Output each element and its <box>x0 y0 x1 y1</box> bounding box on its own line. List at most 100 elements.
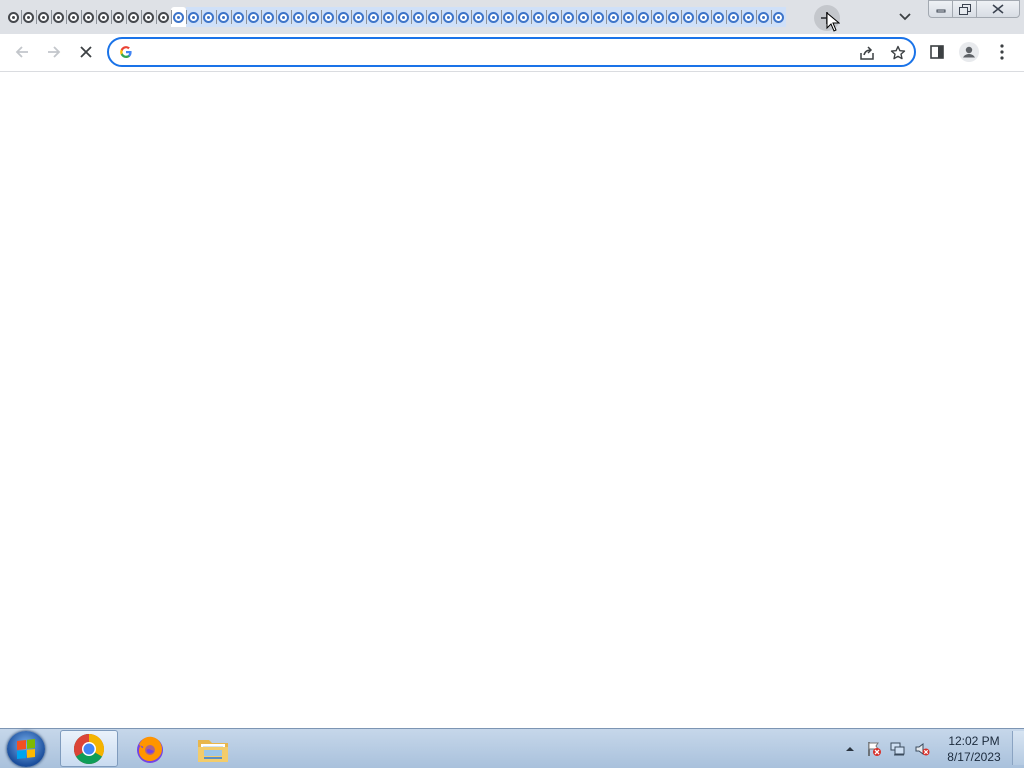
taskbar: 12:02 PM 8/17/2023 <box>0 728 1024 768</box>
tab-favicon-icon <box>398 11 409 23</box>
tab-favicon-icon <box>413 11 424 23</box>
show-hidden-icons-button[interactable] <box>842 741 858 757</box>
browser-tab[interactable] <box>396 7 411 27</box>
browser-tab[interactable] <box>36 7 51 27</box>
browser-tab[interactable] <box>126 7 141 27</box>
browser-tab[interactable] <box>546 7 561 27</box>
browser-tab[interactable] <box>621 7 636 27</box>
profile-button[interactable] <box>955 38 983 66</box>
browser-tab[interactable] <box>171 7 186 27</box>
browser-tab[interactable] <box>756 7 771 27</box>
browser-tab[interactable] <box>636 7 651 27</box>
bookmark-button[interactable] <box>888 43 908 63</box>
tab-favicon-icon <box>473 11 484 23</box>
browser-tab[interactable] <box>681 7 696 27</box>
share-icon <box>860 46 874 60</box>
tab-favicon-icon <box>548 11 559 23</box>
browser-tab[interactable] <box>501 7 516 27</box>
show-desktop-button[interactable] <box>1012 731 1024 765</box>
browser-tab[interactable] <box>21 7 36 27</box>
address-bar[interactable] <box>107 37 916 67</box>
volume-tray[interactable] <box>914 741 930 757</box>
mouse-cursor-icon <box>826 12 840 32</box>
browser-tab[interactable] <box>561 7 576 27</box>
browser-tab[interactable] <box>246 7 261 27</box>
tab-favicon-icon <box>158 11 169 23</box>
arrow-left-icon <box>15 46 28 58</box>
side-panel-button[interactable] <box>923 38 951 66</box>
taskbar-file-explorer[interactable] <box>184 730 242 767</box>
browser-tab[interactable] <box>231 7 246 27</box>
tab-search-button[interactable] <box>894 7 916 27</box>
browser-tab[interactable] <box>261 7 276 27</box>
browser-tab[interactable] <box>771 7 786 27</box>
browser-tab[interactable] <box>291 7 306 27</box>
browser-tab[interactable] <box>531 7 546 27</box>
browser-tab[interactable] <box>516 7 531 27</box>
tab-favicon-icon <box>653 11 664 23</box>
browser-tab[interactable] <box>471 7 486 27</box>
forward-button[interactable] <box>40 38 68 66</box>
browser-tab[interactable] <box>711 7 726 27</box>
back-button[interactable] <box>8 38 36 66</box>
taskbar-chrome[interactable] <box>60 730 118 767</box>
browser-tab[interactable] <box>6 7 21 27</box>
minimize-button[interactable] <box>928 0 953 18</box>
browser-tab[interactable] <box>276 7 291 27</box>
browser-tab[interactable] <box>741 7 756 27</box>
address-input[interactable] <box>141 42 845 64</box>
browser-tab[interactable] <box>666 7 681 27</box>
browser-tab[interactable] <box>411 7 426 27</box>
tab-favicon-icon <box>368 11 379 23</box>
browser-tab[interactable] <box>381 7 396 27</box>
browser-tab[interactable] <box>366 7 381 27</box>
browser-tab[interactable] <box>696 7 711 27</box>
tab-favicon-icon <box>173 11 184 23</box>
star-icon <box>890 45 906 60</box>
close-button[interactable] <box>976 0 1020 18</box>
menu-button[interactable] <box>988 38 1016 66</box>
browser-tab[interactable] <box>66 7 81 27</box>
browser-tab[interactable] <box>351 7 366 27</box>
windows-logo-icon <box>17 739 35 759</box>
taskbar-firefox[interactable] <box>121 730 179 767</box>
browser-tab[interactable] <box>81 7 96 27</box>
browser-tab[interactable] <box>651 7 666 27</box>
start-button[interactable] <box>7 731 45 767</box>
tab-favicon-icon <box>383 11 394 23</box>
browser-tab[interactable] <box>156 7 171 27</box>
browser-tab[interactable] <box>51 7 66 27</box>
browser-tab[interactable] <box>441 7 456 27</box>
browser-tab[interactable] <box>576 7 591 27</box>
browser-tab[interactable] <box>486 7 501 27</box>
stop-loading-button[interactable] <box>72 38 100 66</box>
browser-tab[interactable] <box>726 7 741 27</box>
browser-tab[interactable] <box>336 7 351 27</box>
tab-favicon-icon <box>698 11 709 23</box>
browser-tab[interactable] <box>591 7 606 27</box>
browser-tab[interactable] <box>141 7 156 27</box>
system-clock[interactable]: 12:02 PM 8/17/2023 <box>938 733 1010 765</box>
close-icon <box>992 4 1004 14</box>
network-tray[interactable] <box>890 741 906 757</box>
browser-tab[interactable] <box>306 7 321 27</box>
share-button[interactable] <box>857 43 877 63</box>
tab-favicon-icon <box>608 11 619 23</box>
browser-tab[interactable] <box>456 7 471 27</box>
browser-tab[interactable] <box>606 7 621 27</box>
browser-tab[interactable] <box>111 7 126 27</box>
tab-favicon-icon <box>278 11 289 23</box>
chevron-down-icon <box>899 13 911 21</box>
action-center-tray[interactable] <box>866 741 882 757</box>
more-vert-icon <box>1000 44 1004 60</box>
tab-favicon-icon <box>728 11 739 23</box>
chrome-icon <box>73 733 105 764</box>
browser-tab[interactable] <box>216 7 231 27</box>
tab-favicon-icon <box>578 11 589 23</box>
browser-tab[interactable] <box>321 7 336 27</box>
browser-tab[interactable] <box>186 7 201 27</box>
browser-tab[interactable] <box>426 7 441 27</box>
browser-tab[interactable] <box>201 7 216 27</box>
restore-button[interactable] <box>952 0 977 18</box>
browser-tab[interactable] <box>96 7 111 27</box>
